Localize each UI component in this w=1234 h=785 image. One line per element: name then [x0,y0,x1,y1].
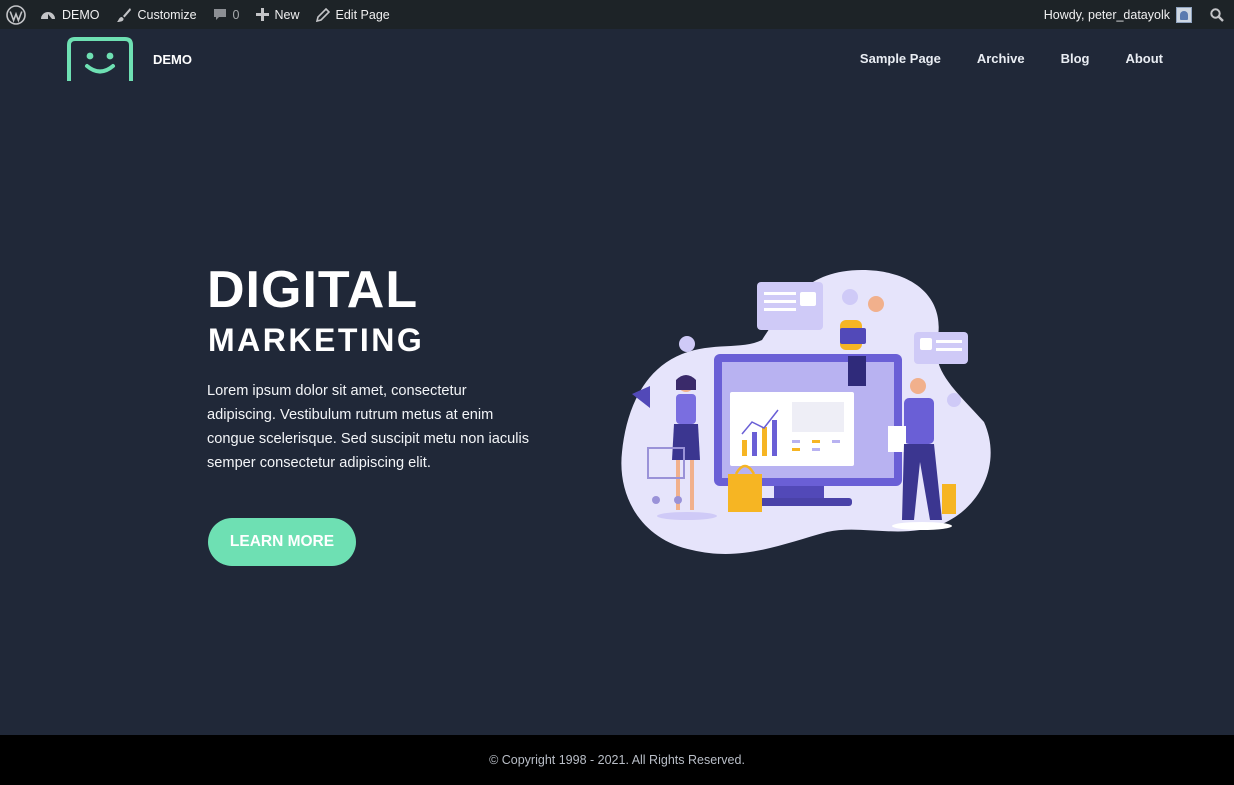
pencil-icon [315,7,330,22]
admin-bar: DEMO Customize 0 New Edit Page Howdy, pe… [0,0,1234,29]
smiley-logo-icon [67,37,133,81]
hero-description: Lorem ipsum dolor sit amet, consectetur … [207,383,530,471]
howdy-label: Howdy, peter_datayolk [1043,7,1170,22]
adminbar-site-label: DEMO [62,7,100,22]
site-logo[interactable] [66,37,134,88]
search-icon [1210,7,1224,22]
edit-page-button[interactable]: Edit Page [308,0,398,29]
copyright-text: © Copyright 1998 - 2021. All Rights Rese… [489,753,745,767]
learn-more-button[interactable]: LEARN MORE [208,518,356,566]
wordpress-logo-button[interactable] [0,0,32,29]
site-header: DEMO Sample Page Archive Blog About [0,29,1234,89]
nav-item-about[interactable]: About [1125,51,1163,66]
wordpress-icon [6,4,26,25]
edit-page-label: Edit Page [335,7,390,22]
plus-icon [255,8,269,21]
comment-icon [213,8,226,20]
comments-count: 0 [232,7,240,22]
hero-title: DIGITAL [207,261,419,319]
comments-button[interactable]: 0 [205,0,248,29]
hero-subtitle: MARKETING [208,322,425,358]
brush-icon [116,7,131,22]
site-menu-button[interactable]: DEMO [32,0,108,29]
primary-nav: Sample Page Archive Blog About [860,51,1163,66]
nav-item-blog[interactable]: Blog [1061,51,1090,66]
site-footer: © Copyright 1998 - 2021. All Rights Rese… [0,735,1234,785]
nav-item-sample-page[interactable]: Sample Page [860,51,941,66]
marketing-illustration [612,262,992,558]
site-title[interactable]: DEMO [153,52,192,67]
new-content-button[interactable]: New [248,0,308,29]
new-label: New [274,7,300,22]
adminbar-search-button[interactable] [1200,0,1234,29]
customize-button[interactable]: Customize [108,0,205,29]
account-menu-button[interactable]: Howdy, peter_datayolk [1036,0,1200,29]
avatar [1176,6,1192,23]
dashboard-icon [41,11,55,19]
customize-label: Customize [137,7,197,22]
nav-item-archive[interactable]: Archive [977,51,1025,66]
